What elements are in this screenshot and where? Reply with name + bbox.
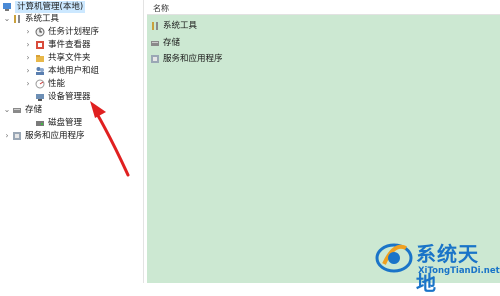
shared-folder-icon [36, 55, 44, 62]
tree-label: 计算机管理(本地) [15, 1, 86, 13]
expand-chevron-icon[interactable]: › [24, 65, 32, 77]
list-item-storage[interactable]: 存储 [150, 37, 180, 49]
clock-icon [35, 27, 45, 37]
tree-item-device-manager[interactable]: 设备管理器 [35, 91, 91, 103]
list-item-system-tools[interactable]: 系统工具 [150, 20, 197, 32]
navigation-tree: 计算机管理(本地) ⌄ 系统工具 › 任务计划程序 › 事件查看器 › 共享文件… [0, 0, 143, 283]
watermark-url: XiTongTianDi.net [418, 266, 500, 276]
expand-chevron-icon[interactable]: › [24, 52, 32, 64]
tree-item-performance[interactable]: 性能 [35, 78, 65, 90]
expand-chevron-icon[interactable]: › [24, 39, 32, 51]
services-icon [13, 132, 21, 140]
tree-item-local-users-groups[interactable]: 本地用户和组 [35, 65, 99, 77]
tree-item-computer-management[interactable]: 计算机管理(本地) [2, 1, 86, 13]
disk-icon [36, 121, 44, 126]
column-header-name[interactable]: 名称 [147, 0, 500, 15]
tree-item-shared-folders[interactable]: 共享文件夹 [35, 52, 91, 64]
tree-item-storage[interactable]: 存储 [12, 104, 42, 116]
tree-item-disk-management[interactable]: 磁盘管理 [35, 117, 82, 129]
watermark: 系统天地 XiTongTianDi.net [374, 238, 500, 295]
collapse-chevron-icon[interactable]: ⌄ [3, 104, 11, 116]
tree-item-system-tools[interactable]: 系统工具 [12, 13, 59, 25]
tools-icon [14, 15, 20, 23]
expand-chevron-icon[interactable]: › [3, 130, 11, 142]
pane-splitter[interactable] [143, 0, 144, 283]
storage-icon [13, 108, 21, 113]
event-viewer-icon [36, 41, 44, 49]
tools-icon [152, 22, 158, 30]
services-icon [151, 55, 159, 63]
list-item-services-apps[interactable]: 服务和应用程序 [150, 53, 223, 65]
users-icon [36, 67, 44, 75]
tree-item-event-viewer[interactable]: 事件查看器 [35, 39, 91, 51]
expand-chevron-icon[interactable]: › [24, 78, 32, 90]
computer-management-icon [3, 3, 11, 11]
expand-chevron-icon[interactable]: › [24, 26, 32, 38]
tree-item-services-apps[interactable]: 服务和应用程序 [12, 130, 85, 142]
tree-item-task-scheduler[interactable]: 任务计划程序 [35, 26, 99, 38]
storage-icon [151, 41, 159, 46]
watermark-logo-icon [375, 243, 413, 273]
collapse-chevron-icon[interactable]: ⌄ [3, 13, 11, 25]
performance-icon [35, 79, 45, 89]
device-manager-icon [36, 94, 44, 101]
